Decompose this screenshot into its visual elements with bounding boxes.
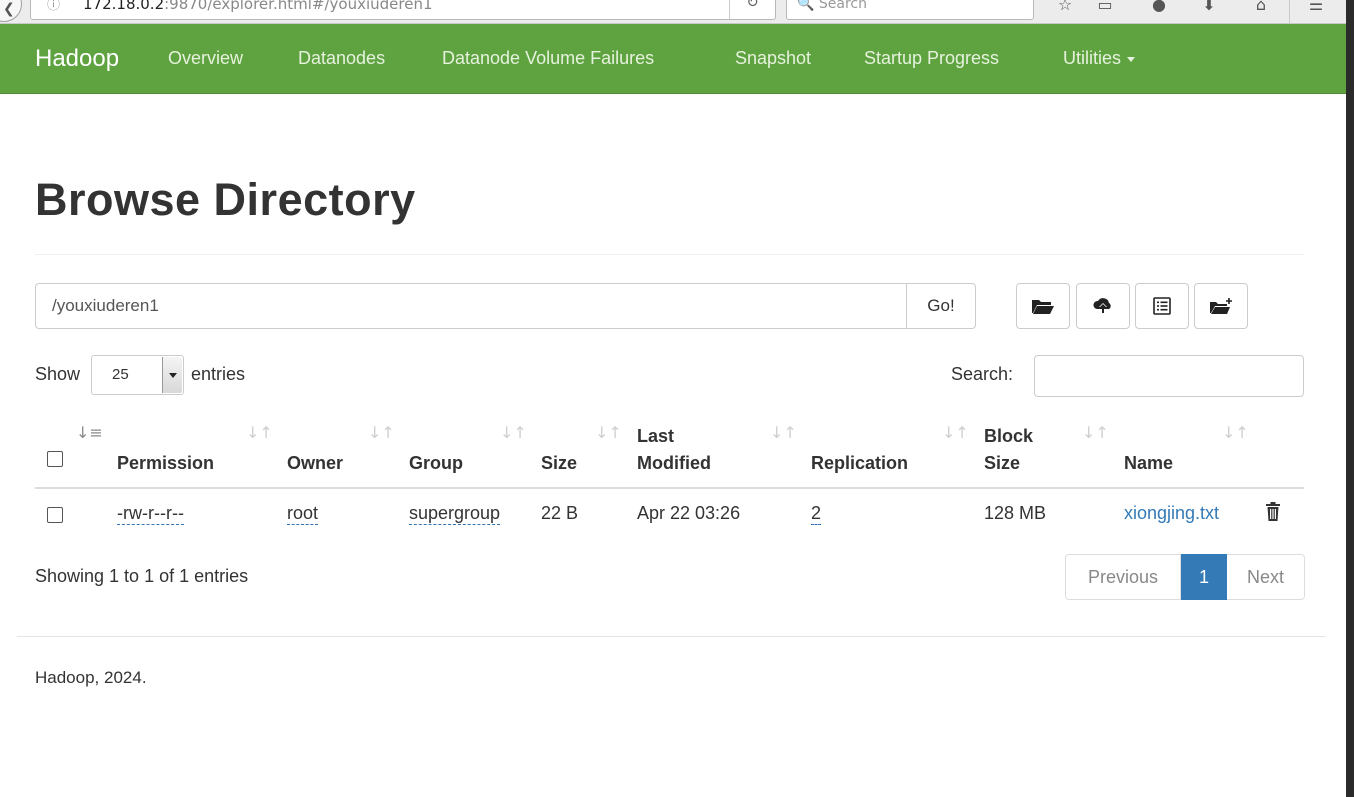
nav-snapshot[interactable]: Snapshot: [735, 48, 811, 69]
header-divider: [35, 254, 1304, 255]
create-directory-button[interactable]: [1194, 283, 1248, 329]
browser-search-field[interactable]: 🔍 Search: [786, 0, 1034, 20]
nav-datanode-volume-failures[interactable]: Datanode Volume Failures: [442, 48, 654, 69]
reading-list-icon[interactable]: ▭: [1092, 0, 1118, 20]
page-length-value: 25: [112, 366, 129, 383]
sort-icon[interactable]: ↓↑: [1082, 423, 1109, 442]
file-name-link[interactable]: xiongjing.txt: [1124, 503, 1219, 524]
show-label: Show: [35, 364, 81, 384]
sort-icon[interactable]: ↓↑: [246, 423, 273, 442]
col-header-owner[interactable]: Owner: [287, 450, 343, 477]
top-navbar: Hadoop Overview Datanodes Datanode Volum…: [0, 24, 1346, 94]
bookmark-star-icon[interactable]: ☆: [1052, 0, 1078, 20]
col-header-permission[interactable]: Permission: [117, 450, 214, 477]
view-list-button[interactable]: [1135, 283, 1189, 329]
col-header-name[interactable]: Name: [1124, 450, 1173, 477]
page-length-select[interactable]: 25: [91, 355, 184, 395]
pagination-next[interactable]: Next: [1227, 554, 1305, 600]
download-icon[interactable]: ⬇: [1196, 0, 1222, 20]
col-header-last-modified-line1[interactable]: Last: [637, 423, 674, 450]
sort-icon[interactable]: ↓↑: [368, 423, 395, 442]
row-checkbox[interactable]: [47, 507, 63, 523]
dropdown-arrow-icon: [162, 357, 182, 393]
pagination-page-current[interactable]: 1: [1181, 554, 1227, 600]
pocket-icon[interactable]: ●: [1146, 0, 1172, 20]
browser-search-placeholder: Search: [818, 0, 867, 12]
table-search-input[interactable]: [1034, 355, 1304, 397]
list-alt-icon: [1153, 297, 1171, 315]
pagination: Previous 1 Next: [1065, 554, 1305, 600]
page-title: Browse Directory: [35, 174, 416, 225]
cloud-upload-icon: [1093, 298, 1111, 313]
col-header-block-size-line2[interactable]: Size: [984, 450, 1020, 477]
url-host: 172.18.0.2: [83, 0, 165, 13]
home-icon[interactable]: ⌂: [1248, 0, 1274, 20]
browse-folder-button[interactable]: [1016, 283, 1070, 329]
col-header-last-modified-line2[interactable]: Modified: [637, 450, 711, 477]
owner-value: root: [287, 503, 319, 525]
table-info: Showing 1 to 1 of 1 entries: [35, 566, 249, 586]
menu-icon[interactable]: ☰: [1303, 0, 1329, 20]
pagination-previous[interactable]: Previous: [1065, 554, 1181, 600]
window-edge: [1346, 0, 1354, 797]
url-bar[interactable]: ⓘ 172.18.0.2:9870/explorer.html#/youxiud…: [30, 0, 776, 20]
go-button[interactable]: Go!: [906, 283, 976, 329]
col-header-group[interactable]: Group: [409, 450, 463, 477]
sort-icon[interactable]: ↓↑: [1222, 423, 1249, 442]
cell-replication[interactable]: 2: [811, 503, 822, 525]
directory-path-input[interactable]: /youxiuderen1: [35, 283, 907, 329]
select-all-checkbox[interactable]: [47, 451, 63, 467]
cell-size: 22 B: [541, 503, 579, 523]
nav-utilities-label: Utilities: [1063, 48, 1122, 68]
trash-icon[interactable]: [1265, 502, 1281, 522]
toolbar-separator: [1289, 0, 1290, 23]
nav-utilities-dropdown[interactable]: Utilities: [1063, 48, 1136, 69]
sort-icon[interactable]: ↓↑: [942, 423, 969, 442]
col-header-block-size-line1[interactable]: Block: [984, 423, 1033, 450]
permission-value: -rw-r--r--: [117, 503, 184, 525]
nav-datanodes[interactable]: Datanodes: [298, 48, 385, 69]
entries-label: entries: [191, 364, 246, 384]
cell-group[interactable]: supergroup: [409, 503, 501, 525]
table-search-label: Search:: [951, 364, 1014, 384]
url-path: :9870/explorer.html#/youxiuderen1: [164, 0, 433, 13]
reload-icon[interactable]: ↻: [729, 0, 775, 19]
nav-startup-progress[interactable]: Startup Progress: [864, 48, 999, 69]
caret-down-icon: [1127, 56, 1136, 62]
folder-open-icon: [1032, 300, 1054, 314]
sort-icon[interactable]: ↓↑: [500, 423, 527, 442]
cell-owner[interactable]: root: [287, 503, 319, 525]
table-header-divider: [35, 487, 1304, 489]
upload-button[interactable]: [1076, 283, 1130, 329]
sort-icon[interactable]: ↓↑: [770, 423, 797, 442]
back-arrow-icon: ❮: [3, 1, 15, 17]
navbar-brand[interactable]: Hadoop: [35, 45, 119, 73]
sort-icon[interactable]: ↓↑: [595, 423, 622, 442]
col-header-size[interactable]: Size: [541, 450, 577, 477]
sort-asc-icon[interactable]: ↓≡: [76, 423, 103, 442]
cell-last-modified: Apr 22 03:26: [637, 503, 741, 523]
browser-toolbar: ❮ ⓘ 172.18.0.2:9870/explorer.html#/youxi…: [0, 0, 1354, 24]
new-folder-icon: [1210, 298, 1232, 314]
cell-permission[interactable]: -rw-r--r--: [117, 503, 184, 525]
group-value: supergroup: [409, 503, 501, 525]
col-header-replication[interactable]: Replication: [811, 450, 908, 477]
back-button[interactable]: ❮: [0, 0, 22, 22]
footer-divider: [17, 636, 1326, 637]
nav-overview[interactable]: Overview: [168, 48, 243, 69]
footer-text: Hadoop, 2024.: [35, 668, 147, 687]
site-info-icon[interactable]: ⓘ: [47, 0, 60, 17]
cell-block-size: 128 MB: [984, 503, 1047, 523]
replication-value: 2: [811, 503, 822, 525]
